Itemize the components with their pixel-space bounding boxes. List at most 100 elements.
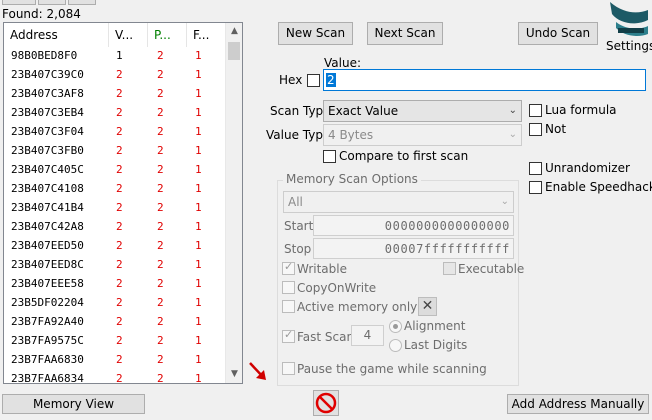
table-row[interactable]: 23B7FAA6834 2 2 1 — [4, 369, 226, 384]
address-cell: 23B407C3EB4 — [11, 106, 84, 119]
value-cell: 2 — [116, 239, 123, 252]
stop-address-value: 00007fffffffffff — [384, 242, 510, 256]
undo-scan-button[interactable]: Undo Scan — [518, 22, 598, 45]
executable-checkbox[interactable] — [443, 262, 456, 275]
memory-region-select[interactable]: All ⌄ — [283, 191, 514, 213]
table-row[interactable]: 23B7FAA6830 2 2 1 — [4, 350, 226, 369]
toolbar-button-3[interactable] — [68, 0, 96, 5]
previous-cell: 2 — [157, 334, 164, 347]
compare-first-checkbox[interactable] — [323, 150, 336, 163]
cheat-engine-logo[interactable] — [604, 0, 650, 38]
table-row[interactable]: 98B0BED8F0 1 2 1 — [4, 46, 226, 65]
scroll-down-icon[interactable]: ▼ — [226, 366, 242, 383]
stop-label: Stop — [284, 242, 312, 256]
column-header-first[interactable]: F... — [187, 23, 226, 47]
alignment-label: Alignment — [404, 319, 466, 333]
address-cell: 23B407EED8C — [11, 258, 84, 271]
first-cell: 1 — [195, 182, 202, 195]
previous-cell: 2 — [157, 220, 164, 233]
first-cell: 1 — [195, 334, 202, 347]
table-row[interactable]: 23B407C3F04 2 2 1 — [4, 122, 226, 141]
speedhack-checkbox[interactable] — [529, 181, 542, 194]
value-cell: 2 — [116, 68, 123, 81]
previous-cell: 2 — [157, 87, 164, 100]
pause-game-label: Pause the game while scanning — [297, 362, 487, 376]
scroll-thumb[interactable] — [228, 42, 240, 60]
value-cell: 2 — [116, 144, 123, 157]
table-row[interactable]: 23B407C41B4 2 2 1 — [4, 198, 226, 217]
start-label: Start — [284, 219, 314, 233]
address-cell: 98B0BED8F0 — [11, 49, 78, 62]
value-type-select[interactable]: 4 Bytes ⌄ — [323, 124, 522, 146]
scan-type-select[interactable]: Exact Value ⌄ — [323, 100, 522, 122]
results-list[interactable]: Address V... P... F... 98B0BED8F0 1 2 1 23B4… — [3, 22, 243, 384]
table-row[interactable]: 23B407C4108 2 2 1 — [4, 179, 226, 198]
table-row[interactable]: 23B407C3AF8 2 2 1 — [4, 84, 226, 103]
table-row[interactable]: 23B407C405C 2 2 1 — [4, 160, 226, 179]
unrandomizer-checkbox[interactable] — [529, 162, 542, 175]
table-row[interactable]: 23B407EED8C 2 2 1 — [4, 255, 226, 274]
clear-filter-button[interactable]: ✕ — [418, 297, 437, 316]
first-cell: 1 — [195, 68, 202, 81]
table-row[interactable]: 23B407C3FB0 2 2 1 — [4, 141, 226, 160]
add-to-list-arrow-button[interactable] — [245, 357, 270, 384]
table-row[interactable]: 23B5DF02204 2 2 1 — [4, 293, 226, 312]
lua-formula-checkbox[interactable] — [529, 104, 542, 117]
previous-cell: 2 — [157, 372, 164, 384]
table-row[interactable]: 23B7FA9575C 2 2 1 — [4, 331, 226, 350]
table-row[interactable]: 23B407C39C0 2 2 1 — [4, 65, 226, 84]
table-row[interactable]: 23B7FA92A40 2 2 1 — [4, 312, 226, 331]
top-toolbar-strip — [0, 0, 652, 6]
table-row[interactable]: 23B407C42A8 2 2 1 — [4, 217, 226, 236]
add-address-manually-button[interactable]: Add Address Manually — [507, 394, 649, 414]
results-scrollbar[interactable]: ▲ ▼ — [225, 23, 242, 383]
next-scan-button[interactable]: Next Scan — [367, 22, 443, 45]
last-digits-radio[interactable] — [389, 339, 402, 352]
unrandomizer-label: Unrandomizer — [545, 161, 630, 175]
value-cell: 2 — [116, 201, 123, 214]
scan-type-label: Scan Type — [270, 104, 331, 118]
first-cell: 1 — [195, 315, 202, 328]
alignment-radio[interactable] — [389, 320, 402, 333]
previous-cell: 2 — [157, 201, 164, 214]
column-header-value[interactable]: V... — [109, 23, 148, 47]
address-cell: 23B7FAA6834 — [11, 372, 84, 384]
first-cell: 1 — [195, 353, 202, 366]
table-row[interactable]: 23B407EED50 2 2 1 — [4, 236, 226, 255]
chevron-down-icon: ⌄ — [508, 105, 517, 116]
value-type-label: Value Type — [266, 128, 331, 142]
clear-list-button[interactable] — [313, 390, 339, 416]
fast-scan-alignment-input[interactable]: 4 — [351, 325, 384, 346]
memory-region-value: All — [288, 195, 303, 209]
writable-checkbox[interactable] — [282, 260, 295, 275]
toolbar-button-2[interactable] — [38, 0, 66, 5]
table-row[interactable]: 23B407C3EB4 2 2 1 — [4, 103, 226, 122]
column-header-address[interactable]: Address — [4, 23, 109, 47]
settings-link[interactable]: Settings — [606, 39, 652, 53]
start-address-input[interactable]: 0000000000000000 — [313, 215, 514, 236]
stop-address-input[interactable]: 00007fffffffffff — [313, 238, 514, 259]
first-cell: 1 — [195, 372, 202, 384]
value-cell: 2 — [116, 125, 123, 138]
table-row[interactable]: 23B407EEE58 2 2 1 — [4, 274, 226, 293]
toolbar-button-1[interactable] — [2, 0, 36, 5]
pause-game-checkbox[interactable] — [282, 362, 295, 375]
copy-on-write-checkbox[interactable] — [282, 281, 295, 294]
close-icon: ✕ — [421, 298, 434, 314]
active-memory-checkbox[interactable] — [282, 300, 295, 313]
value-input[interactable]: 2 — [323, 69, 646, 91]
memory-view-button[interactable]: Memory View — [2, 394, 145, 414]
scroll-up-icon[interactable]: ▲ — [226, 23, 242, 40]
previous-cell: 2 — [157, 125, 164, 138]
first-cell: 1 — [195, 296, 202, 309]
fast-scan-checkbox[interactable] — [282, 328, 295, 343]
results-header: Address V... P... F... — [4, 23, 226, 47]
previous-cell: 2 — [157, 353, 164, 366]
previous-cell: 2 — [157, 106, 164, 119]
column-header-previous[interactable]: P... — [148, 23, 187, 47]
new-scan-button[interactable]: New Scan — [278, 22, 353, 45]
value-cell: 2 — [116, 163, 123, 176]
hex-checkbox[interactable] — [307, 74, 320, 87]
not-checkbox[interactable] — [529, 123, 542, 136]
value-cell: 2 — [116, 220, 123, 233]
